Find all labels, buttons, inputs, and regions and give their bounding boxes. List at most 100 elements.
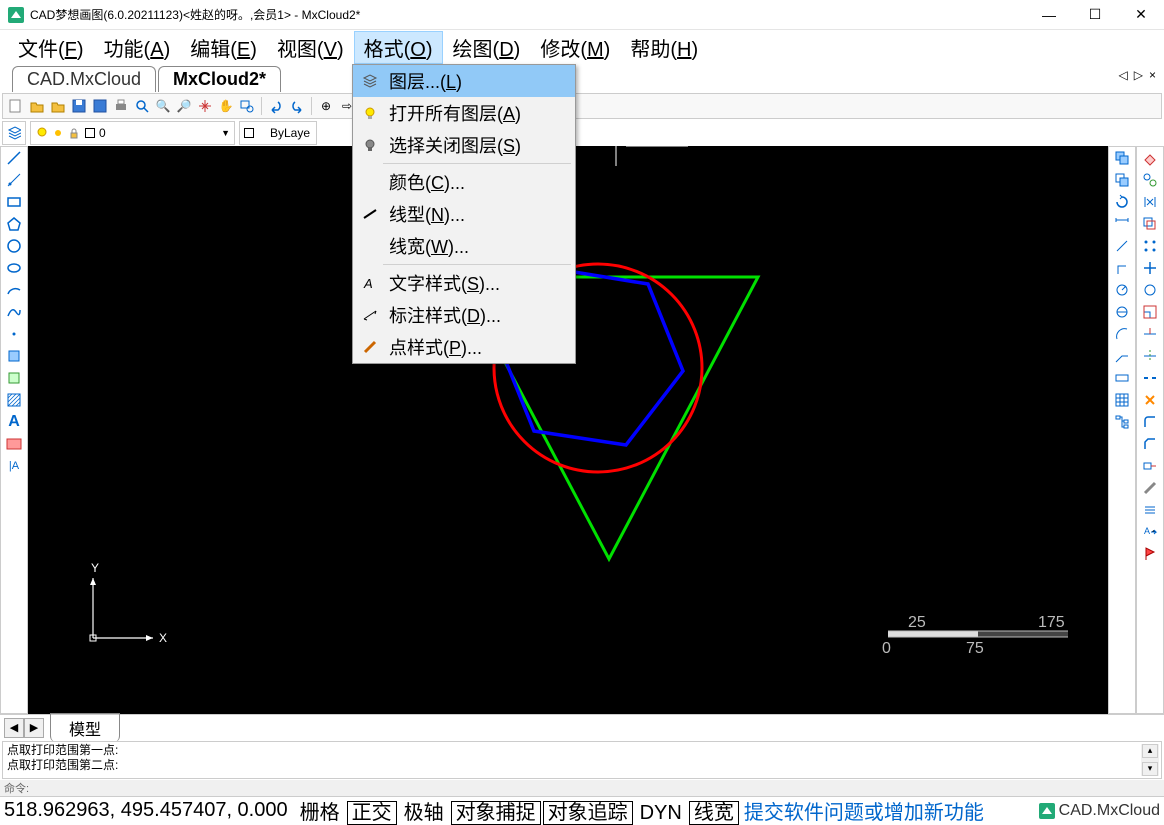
status-toggle[interactable]: 线宽 — [689, 801, 739, 825]
dim2-icon[interactable] — [1113, 237, 1131, 255]
close-button[interactable]: ✕ — [1118, 0, 1164, 30]
flag-icon[interactable] — [1141, 545, 1159, 563]
copy-icon[interactable] — [1113, 149, 1131, 167]
menu-d[interactable]: 绘图(D) — [443, 31, 531, 64]
dim4-icon[interactable] — [1113, 281, 1131, 299]
menu-item[interactable]: 颜色(C)... — [353, 166, 575, 198]
hatch-icon[interactable] — [5, 391, 23, 409]
zoom-out-icon[interactable]: 🔎 — [175, 97, 193, 115]
dim3-icon[interactable] — [1113, 259, 1131, 277]
zoom-icon[interactable] — [133, 97, 151, 115]
status-toggle[interactable]: 对象追踪 — [543, 801, 633, 825]
redo-icon[interactable] — [288, 97, 306, 115]
status-toggle[interactable]: DYN — [635, 801, 687, 825]
rotate-icon[interactable] — [1113, 193, 1131, 211]
leader-icon[interactable] — [1113, 347, 1131, 365]
tab-right-icon[interactable]: ▷ — [1132, 68, 1145, 82]
break-icon[interactable] — [1141, 369, 1159, 387]
menu-item[interactable]: 图层...(L) — [353, 65, 575, 97]
erase-icon[interactable] — [1141, 149, 1159, 167]
extend-icon[interactable] — [1141, 347, 1159, 365]
tol-icon[interactable] — [1113, 369, 1131, 387]
menu-item[interactable]: 打开所有图层(A) — [353, 97, 575, 129]
hand-icon[interactable]: ✋ — [217, 97, 235, 115]
undo-icon[interactable] — [267, 97, 285, 115]
menu-m[interactable]: 修改(M) — [530, 31, 620, 64]
tab-left-icon[interactable]: ◁ — [1117, 68, 1130, 82]
ellipse-icon[interactable] — [5, 259, 23, 277]
dim1-icon[interactable] — [1113, 215, 1131, 233]
tree-icon[interactable] — [1113, 413, 1131, 431]
zoom-window-icon[interactable] — [238, 97, 256, 115]
text-icon[interactable]: A — [5, 413, 23, 431]
doc-tab[interactable]: CAD.MxCloud — [12, 66, 156, 92]
mirror-icon[interactable] — [1141, 193, 1159, 211]
fillet-icon[interactable] — [1141, 413, 1159, 431]
open2-icon[interactable] — [49, 97, 67, 115]
minimize-button[interactable]: — — [1026, 0, 1072, 30]
layer-manager-button[interactable] — [2, 121, 26, 145]
menu-item[interactable]: A文字样式(S)... — [353, 267, 575, 299]
menu-item[interactable]: 点样式(P)... — [353, 331, 575, 363]
scale-icon[interactable] — [1141, 303, 1159, 321]
status-toggle[interactable]: 栅格 — [295, 801, 345, 825]
arc-icon[interactable] — [5, 281, 23, 299]
circle-icon[interactable] — [5, 237, 23, 255]
model-tab[interactable]: 模型 — [50, 713, 120, 742]
tab-close-icon[interactable]: × — [1147, 68, 1158, 82]
scroll-down-icon[interactable]: ▾ — [1142, 762, 1158, 776]
dtext-icon[interactable]: |A — [5, 457, 23, 475]
doc-tab-active[interactable]: MxCloud2* — [158, 66, 281, 92]
pan-icon[interactable] — [196, 97, 214, 115]
menu-item[interactable]: 标注样式(D)... — [353, 299, 575, 331]
command-prompt[interactable]: 命令: — [0, 780, 1164, 796]
trim-icon[interactable] — [1141, 325, 1159, 343]
status-toggle[interactable]: 对象捕捉 — [451, 801, 541, 825]
zoom-in-icon[interactable]: 🔍 — [154, 97, 172, 115]
grid-icon[interactable] — [1113, 391, 1131, 409]
spline-icon[interactable] — [5, 303, 23, 321]
rotate2-icon[interactable] — [1141, 281, 1159, 299]
move2-icon[interactable] — [1141, 259, 1159, 277]
feedback-link[interactable]: 提交软件问题或增加新功能 — [744, 796, 984, 825]
menu-o[interactable]: 格式(O) — [354, 31, 443, 64]
block-icon[interactable] — [5, 347, 23, 365]
open-icon[interactable] — [28, 97, 46, 115]
rect-icon[interactable] — [5, 193, 23, 211]
scroll-up-icon[interactable]: ▴ — [1142, 744, 1158, 758]
print-icon[interactable] — [112, 97, 130, 115]
insert-icon[interactable] — [5, 369, 23, 387]
mtext-icon[interactable] — [5, 435, 23, 453]
dim5-icon[interactable] — [1113, 303, 1131, 321]
ray-icon[interactable] — [5, 171, 23, 189]
layer-combo[interactable]: 0 ▼ — [30, 121, 235, 145]
tool-icon[interactable]: ⊕ — [317, 97, 335, 115]
status-toggle[interactable]: 正交 — [347, 801, 397, 825]
explode-icon[interactable] — [1141, 391, 1159, 409]
layout-prev-button[interactable]: ◀ — [4, 718, 24, 738]
copy2-icon[interactable] — [1141, 171, 1159, 189]
point-icon[interactable] — [5, 325, 23, 343]
stretch-icon[interactable] — [1141, 457, 1159, 475]
polygon-icon[interactable] — [5, 215, 23, 233]
chamfer-icon[interactable] — [1141, 435, 1159, 453]
save-icon[interactable] — [70, 97, 88, 115]
saveas-icon[interactable] — [91, 97, 109, 115]
new-icon[interactable] — [7, 97, 25, 115]
status-toggle[interactable]: 极轴 — [399, 801, 449, 825]
menu-item[interactable]: 选择关闭图层(S) — [353, 129, 575, 161]
maximize-button[interactable]: ☐ — [1072, 0, 1118, 30]
line-icon[interactable] — [5, 149, 23, 167]
offset-icon[interactable] — [1141, 215, 1159, 233]
menu-f[interactable]: 文件(F) — [8, 31, 94, 64]
menu-item[interactable]: 线型(N)... — [353, 198, 575, 230]
menu-e[interactable]: 编辑(E) — [180, 31, 267, 64]
array-icon[interactable] — [1141, 237, 1159, 255]
move-icon[interactable] — [1113, 171, 1131, 189]
color-combo[interactable]: ByLaye — [239, 121, 317, 145]
prop-icon[interactable] — [1141, 479, 1159, 497]
align-icon[interactable] — [1141, 501, 1159, 519]
layout-next-button[interactable]: ▶ — [24, 718, 44, 738]
dim6-icon[interactable] — [1113, 325, 1131, 343]
menu-item[interactable]: 线宽(W)... — [353, 230, 575, 262]
